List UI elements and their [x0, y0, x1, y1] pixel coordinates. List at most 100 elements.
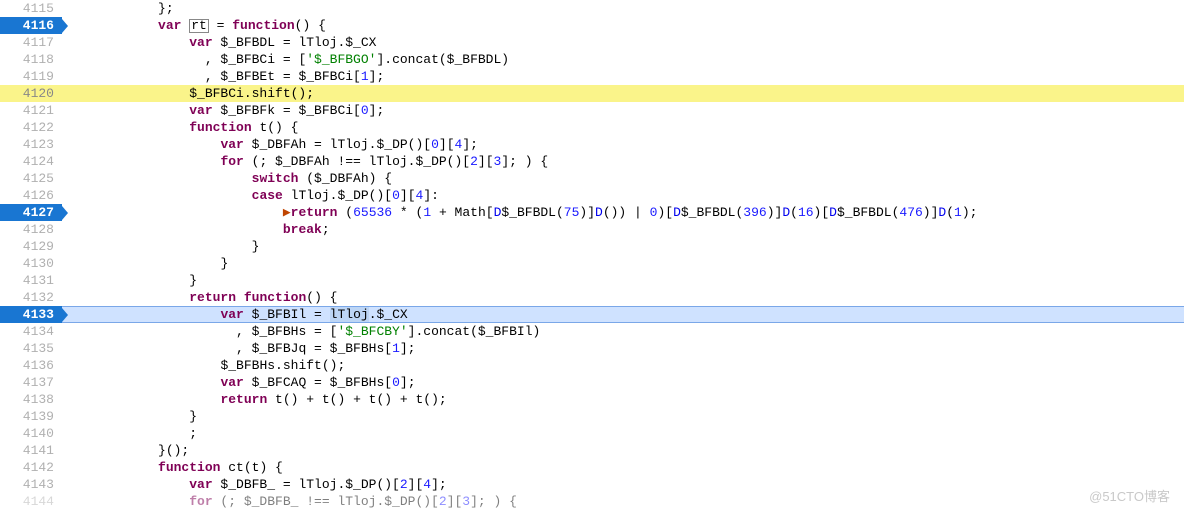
- line-content[interactable]: , $_BFBCi = ['$_BFBGO'].concat($_BFBDL): [62, 51, 1184, 68]
- code-line[interactable]: 4119 , $_BFBEt = $_BFBCi[1];: [0, 68, 1184, 85]
- line-content[interactable]: var $_BFCAQ = $_BFBHs[0];: [62, 374, 1184, 391]
- token: var: [158, 18, 181, 33]
- code-line[interactable]: 4128 break;: [0, 221, 1184, 238]
- line-content[interactable]: $_BFBCi.shift();: [62, 85, 1184, 102]
- code-line[interactable]: 4125 switch ($_DBFAh) {: [0, 170, 1184, 187]
- line-content[interactable]: , $_BFBHs = ['$_BFCBY'].concat($_BFBIl): [62, 323, 1184, 340]
- line-content[interactable]: }();: [62, 442, 1184, 459]
- code-line[interactable]: 4130 }: [0, 255, 1184, 272]
- code-line[interactable]: 4139 }: [0, 408, 1184, 425]
- code-line[interactable]: 4141 }();: [0, 442, 1184, 459]
- line-number[interactable]: 4131: [0, 272, 62, 289]
- line-content[interactable]: , $_BFBJq = $_BFBHs[1];: [62, 340, 1184, 357]
- line-number[interactable]: 4123: [0, 136, 62, 153]
- line-content[interactable]: function ct(t) {: [62, 459, 1184, 476]
- code-line[interactable]: 4120 $_BFBCi.shift();: [0, 85, 1184, 102]
- code-line[interactable]: 4136 $_BFBHs.shift();: [0, 357, 1184, 374]
- code-line[interactable]: 4116 var rt = function() {: [0, 17, 1184, 34]
- line-number[interactable]: 4120: [0, 85, 62, 102]
- line-number[interactable]: 4137: [0, 374, 62, 391]
- code-line[interactable]: 4131 }: [0, 272, 1184, 289]
- line-content[interactable]: };: [62, 0, 1184, 17]
- line-number[interactable]: 4132: [0, 289, 62, 306]
- code-line[interactable]: 4142 function ct(t) {: [0, 459, 1184, 476]
- line-number[interactable]: 4144: [0, 493, 62, 510]
- line-content[interactable]: var $_BFBIl = lTloj.$_CX: [62, 306, 1184, 323]
- code-editor[interactable]: 4115 };4116 var rt = function() {4117 va…: [0, 0, 1184, 513]
- code-line[interactable]: 4140 ;: [0, 425, 1184, 442]
- code-line[interactable]: 4144 for (; $_DBFB_ !== lTloj.$_DP()[2][…: [0, 493, 1184, 510]
- line-content[interactable]: return function() {: [62, 289, 1184, 306]
- code-line[interactable]: 4124 for (; $_DBFAh !== lTloj.$_DP()[2][…: [0, 153, 1184, 170]
- code-line[interactable]: 4138 return t() + t() + t() + t();: [0, 391, 1184, 408]
- code-line[interactable]: 4127 ▶return (65536 * (1 + Math[D$_BFBDL…: [0, 204, 1184, 221]
- code-line[interactable]: 4135 , $_BFBJq = $_BFBHs[1];: [0, 340, 1184, 357]
- line-content[interactable]: break;: [62, 221, 1184, 238]
- code-line[interactable]: 4126 case lTloj.$_DP()[0][4]:: [0, 187, 1184, 204]
- token: for: [220, 154, 243, 169]
- line-number[interactable]: 4136: [0, 357, 62, 374]
- code-line[interactable]: 4121 var $_BFBFk = $_BFBCi[0];: [0, 102, 1184, 119]
- line-number[interactable]: 4139: [0, 408, 62, 425]
- line-number[interactable]: 4143: [0, 476, 62, 493]
- code-line[interactable]: 4117 var $_BFBDL = lTloj.$_CX: [0, 34, 1184, 51]
- code-line[interactable]: 4134 , $_BFBHs = ['$_BFCBY'].concat($_BF…: [0, 323, 1184, 340]
- token: 0: [361, 103, 369, 118]
- line-content[interactable]: for (; $_DBFB_ !== lTloj.$_DP()[2][3]; )…: [62, 493, 1184, 510]
- line-number[interactable]: 4142: [0, 459, 62, 476]
- line-number[interactable]: 4135: [0, 340, 62, 357]
- line-number[interactable]: 4128: [0, 221, 62, 238]
- line-number[interactable]: 4138: [0, 391, 62, 408]
- line-number[interactable]: 4122: [0, 119, 62, 136]
- line-number[interactable]: 4118: [0, 51, 62, 68]
- token: )]: [767, 205, 783, 220]
- line-number[interactable]: 4130: [0, 255, 62, 272]
- token: ;: [189, 426, 197, 441]
- line-number[interactable]: 4127: [0, 204, 62, 221]
- line-number[interactable]: 4129: [0, 238, 62, 255]
- code-line[interactable]: 4115 };: [0, 0, 1184, 17]
- line-content[interactable]: var $_BFBFk = $_BFBCi[0];: [62, 102, 1184, 119]
- line-content[interactable]: var rt = function() {: [62, 17, 1184, 34]
- line-content[interactable]: }: [62, 272, 1184, 289]
- line-content[interactable]: for (; $_DBFAh !== lTloj.$_DP()[2][3]; )…: [62, 153, 1184, 170]
- line-content[interactable]: }: [62, 238, 1184, 255]
- line-content[interactable]: function t() {: [62, 119, 1184, 136]
- line-number[interactable]: 4140: [0, 425, 62, 442]
- line-number[interactable]: 4119: [0, 68, 62, 85]
- line-content[interactable]: ▶return (65536 * (1 + Math[D$_BFBDL(75)]…: [62, 204, 1184, 221]
- line-content[interactable]: var $_BFBDL = lTloj.$_CX: [62, 34, 1184, 51]
- line-number[interactable]: 4117: [0, 34, 62, 51]
- code-line[interactable]: 4133 var $_BFBIl = lTloj.$_CX: [0, 306, 1184, 323]
- line-number[interactable]: 4134: [0, 323, 62, 340]
- line-content[interactable]: var $_DBFB_ = lTloj.$_DP()[2][4];: [62, 476, 1184, 493]
- line-content[interactable]: ;: [62, 425, 1184, 442]
- code-line[interactable]: 4118 , $_BFBCi = ['$_BFBGO'].concat($_BF…: [0, 51, 1184, 68]
- code-line[interactable]: 4137 var $_BFCAQ = $_BFBHs[0];: [0, 374, 1184, 391]
- line-content[interactable]: var $_DBFAh = lTloj.$_DP()[0][4];: [62, 136, 1184, 153]
- line-content[interactable]: }: [62, 408, 1184, 425]
- line-number[interactable]: 4121: [0, 102, 62, 119]
- line-content[interactable]: case lTloj.$_DP()[0][4]:: [62, 187, 1184, 204]
- token: lTloj: [330, 307, 369, 322]
- code-line[interactable]: 4122 function t() {: [0, 119, 1184, 136]
- line-number[interactable]: 4125: [0, 170, 62, 187]
- code-line[interactable]: 4143 var $_DBFB_ = lTloj.$_DP()[2][4];: [0, 476, 1184, 493]
- token: 2: [470, 154, 478, 169]
- line-content[interactable]: }: [62, 255, 1184, 272]
- code-line[interactable]: 4129 }: [0, 238, 1184, 255]
- line-number[interactable]: 4126: [0, 187, 62, 204]
- line-content[interactable]: $_BFBHs.shift();: [62, 357, 1184, 374]
- line-content[interactable]: switch ($_DBFAh) {: [62, 170, 1184, 187]
- code-line[interactable]: 4123 var $_DBFAh = lTloj.$_DP()[0][4];: [0, 136, 1184, 153]
- token: '$_BFCBY': [337, 324, 407, 339]
- line-number[interactable]: 4115: [0, 0, 62, 17]
- line-content[interactable]: return t() + t() + t() + t();: [62, 391, 1184, 408]
- code-line[interactable]: 4132 return function() {: [0, 289, 1184, 306]
- line-number[interactable]: 4141: [0, 442, 62, 459]
- line-content[interactable]: , $_BFBEt = $_BFBCi[1];: [62, 68, 1184, 85]
- token: '$_BFBGO': [306, 52, 376, 67]
- line-number[interactable]: 4116: [0, 17, 62, 34]
- line-number[interactable]: 4133: [0, 306, 62, 323]
- line-number[interactable]: 4124: [0, 153, 62, 170]
